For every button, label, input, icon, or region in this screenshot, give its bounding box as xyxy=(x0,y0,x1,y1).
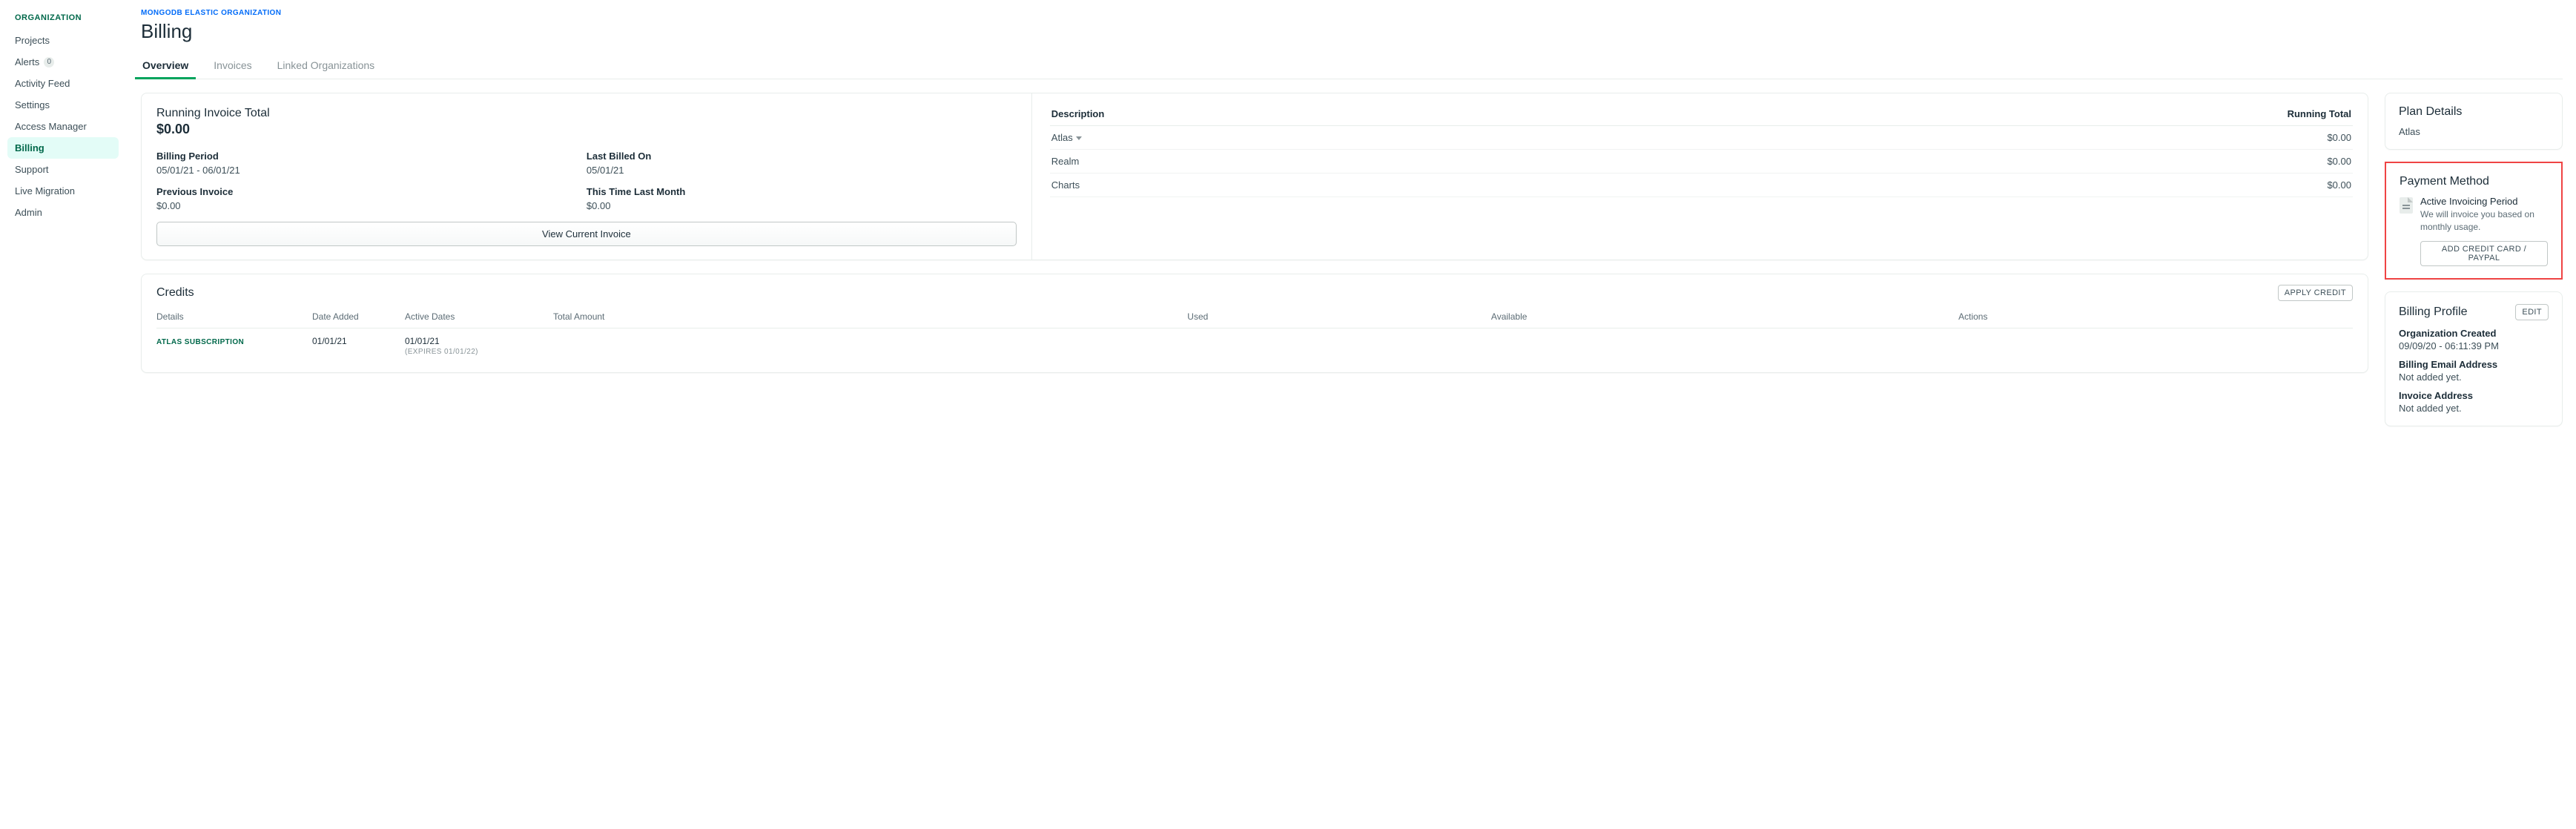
col-actions: Actions xyxy=(1958,305,2353,328)
invoice-address-value: Not added yet. xyxy=(2399,403,2549,414)
tab-linked-organizations[interactable]: Linked Organizations xyxy=(276,53,377,79)
payment-method-card: Payment Method Active Invoicing Period W… xyxy=(2385,162,2563,280)
payment-method-subtext: We will invoice you based on monthly usa… xyxy=(2420,208,2548,234)
row-desc: Atlas xyxy=(1051,132,1073,143)
col-active-dates: Active Dates xyxy=(405,305,553,328)
credit-expires: (EXPIRES 01/01/22) xyxy=(405,348,546,356)
sidebar-item-access-manager[interactable]: Access Manager xyxy=(7,116,119,137)
plan-details-title: Plan Details xyxy=(2399,105,2549,119)
col-date-added: Date Added xyxy=(312,305,405,328)
sidebar-item-label: Live Migration xyxy=(15,185,75,196)
sidebar-item-support[interactable]: Support xyxy=(7,159,119,180)
invoice-address-label: Invoice Address xyxy=(2399,390,2549,401)
billing-period-label: Billing Period xyxy=(156,151,587,162)
row-total: $0.00 xyxy=(1643,150,2353,174)
view-current-invoice-button[interactable]: View Current Invoice xyxy=(156,222,1017,246)
org-created-label: Organization Created xyxy=(2399,328,2549,339)
row-total: $0.00 xyxy=(1643,126,2353,150)
sidebar-heading: ORGANIZATION xyxy=(7,10,119,30)
billing-email-value: Not added yet. xyxy=(2399,371,2549,383)
col-total-amount: Total Amount xyxy=(553,305,1187,328)
sidebar-item-live-migration[interactable]: Live Migration xyxy=(7,180,119,202)
sidebar-item-label: Projects xyxy=(15,35,50,46)
billing-profile-title: Billing Profile xyxy=(2399,305,2467,319)
sidebar-item-activity-feed[interactable]: Activity Feed xyxy=(7,73,119,94)
sidebar-item-label: Alerts xyxy=(15,56,39,67)
previous-invoice-label: Previous Invoice xyxy=(156,186,587,197)
running-total-row-realm: Realm $0.00 xyxy=(1050,150,2353,174)
sidebar-item-settings[interactable]: Settings xyxy=(7,94,119,116)
credits-table: Details Date Added Active Dates Total Am… xyxy=(156,305,2353,359)
credits-row: ATLAS SUBSCRIPTION 01/01/21 01/01/21 (EX… xyxy=(156,328,2353,360)
billing-email-label: Billing Email Address xyxy=(2399,359,2549,370)
breadcrumb[interactable]: MONGODB ELASTIC ORGANIZATION xyxy=(141,9,2563,17)
credit-active-from: 01/01/21 xyxy=(405,336,546,346)
alerts-badge: 0 xyxy=(44,57,54,67)
edit-billing-profile-button[interactable]: EDIT xyxy=(2515,304,2549,320)
sidebar-item-label: Billing xyxy=(15,142,44,153)
row-total: $0.00 xyxy=(1643,174,2353,197)
previous-invoice-value: $0.00 xyxy=(156,200,587,211)
running-invoice-card: Running Invoice Total $0.00 Billing Peri… xyxy=(141,93,2368,260)
sidebar-item-label: Admin xyxy=(15,207,42,218)
this-time-last-month-label: This Time Last Month xyxy=(587,186,1017,197)
running-total-table: Description Running Total Atlas $0.00 Re… xyxy=(1050,102,2353,197)
sidebar-item-label: Support xyxy=(15,164,49,175)
sidebar-item-label: Activity Feed xyxy=(15,78,70,89)
row-desc: Charts xyxy=(1050,174,1643,197)
tabs: Overview Invoices Linked Organizations xyxy=(141,53,2563,79)
credits-card: Credits APPLY CREDIT Details Date Added … xyxy=(141,274,2368,373)
running-invoice-amount: $0.00 xyxy=(156,122,1017,137)
running-total-breakdown: Description Running Total Atlas $0.00 Re… xyxy=(1032,93,2368,260)
main-content: MONGODB ELASTIC ORGANIZATION Billing Ove… xyxy=(126,0,2576,441)
caret-down-icon xyxy=(1076,136,1082,140)
last-billed-label: Last Billed On xyxy=(587,151,1017,162)
plan-details-plan: Atlas xyxy=(2399,126,2549,137)
page-title: Billing xyxy=(141,20,2563,43)
running-total-row-atlas[interactable]: Atlas $0.00 xyxy=(1050,126,2353,150)
running-invoice-title: Running Invoice Total xyxy=(156,107,1017,120)
sidebar-item-label: Access Manager xyxy=(15,121,87,132)
sidebar: ORGANIZATION Projects Alerts 0 Activity … xyxy=(0,0,126,441)
tab-invoices[interactable]: Invoices xyxy=(212,53,253,79)
credits-title: Credits xyxy=(156,286,194,300)
running-invoice-summary: Running Invoice Total $0.00 Billing Peri… xyxy=(142,93,1032,260)
sidebar-item-alerts[interactable]: Alerts 0 xyxy=(7,51,119,73)
col-used: Used xyxy=(1187,305,1491,328)
col-available: Available xyxy=(1491,305,1958,328)
tab-overview[interactable]: Overview xyxy=(141,53,190,79)
billing-period-value: 05/01/21 - 06/01/21 xyxy=(156,165,587,176)
sidebar-item-label: Settings xyxy=(15,99,50,110)
last-billed-value: 05/01/21 xyxy=(587,165,1017,176)
apply-credit-button[interactable]: APPLY CREDIT xyxy=(2278,285,2353,301)
row-desc: Realm xyxy=(1050,150,1643,174)
sidebar-item-billing[interactable]: Billing xyxy=(7,137,119,159)
billing-profile-card: Billing Profile EDIT Organization Create… xyxy=(2385,291,2563,426)
credit-date-added: 01/01/21 xyxy=(312,328,405,360)
sidebar-item-projects[interactable]: Projects xyxy=(7,30,119,51)
plan-details-card: Plan Details Atlas xyxy=(2385,93,2563,150)
payment-method-subtitle: Active Invoicing Period xyxy=(2420,196,2548,207)
invoice-icon xyxy=(2400,197,2413,214)
this-time-last-month-value: $0.00 xyxy=(587,200,1017,211)
add-credit-card-button[interactable]: ADD CREDIT CARD / PAYPAL xyxy=(2420,241,2548,266)
credit-details-tag[interactable]: ATLAS SUBSCRIPTION xyxy=(156,338,244,346)
payment-method-title: Payment Method xyxy=(2400,175,2548,188)
sidebar-item-admin[interactable]: Admin xyxy=(7,202,119,223)
col-running-total: Running Total xyxy=(1643,102,2353,126)
col-description: Description xyxy=(1050,102,1643,126)
right-column: Plan Details Atlas Payment Method Active… xyxy=(2385,93,2563,426)
col-details: Details xyxy=(156,305,312,328)
org-created-value: 09/09/20 - 06:11:39 PM xyxy=(2399,340,2549,351)
running-total-row-charts: Charts $0.00 xyxy=(1050,174,2353,197)
